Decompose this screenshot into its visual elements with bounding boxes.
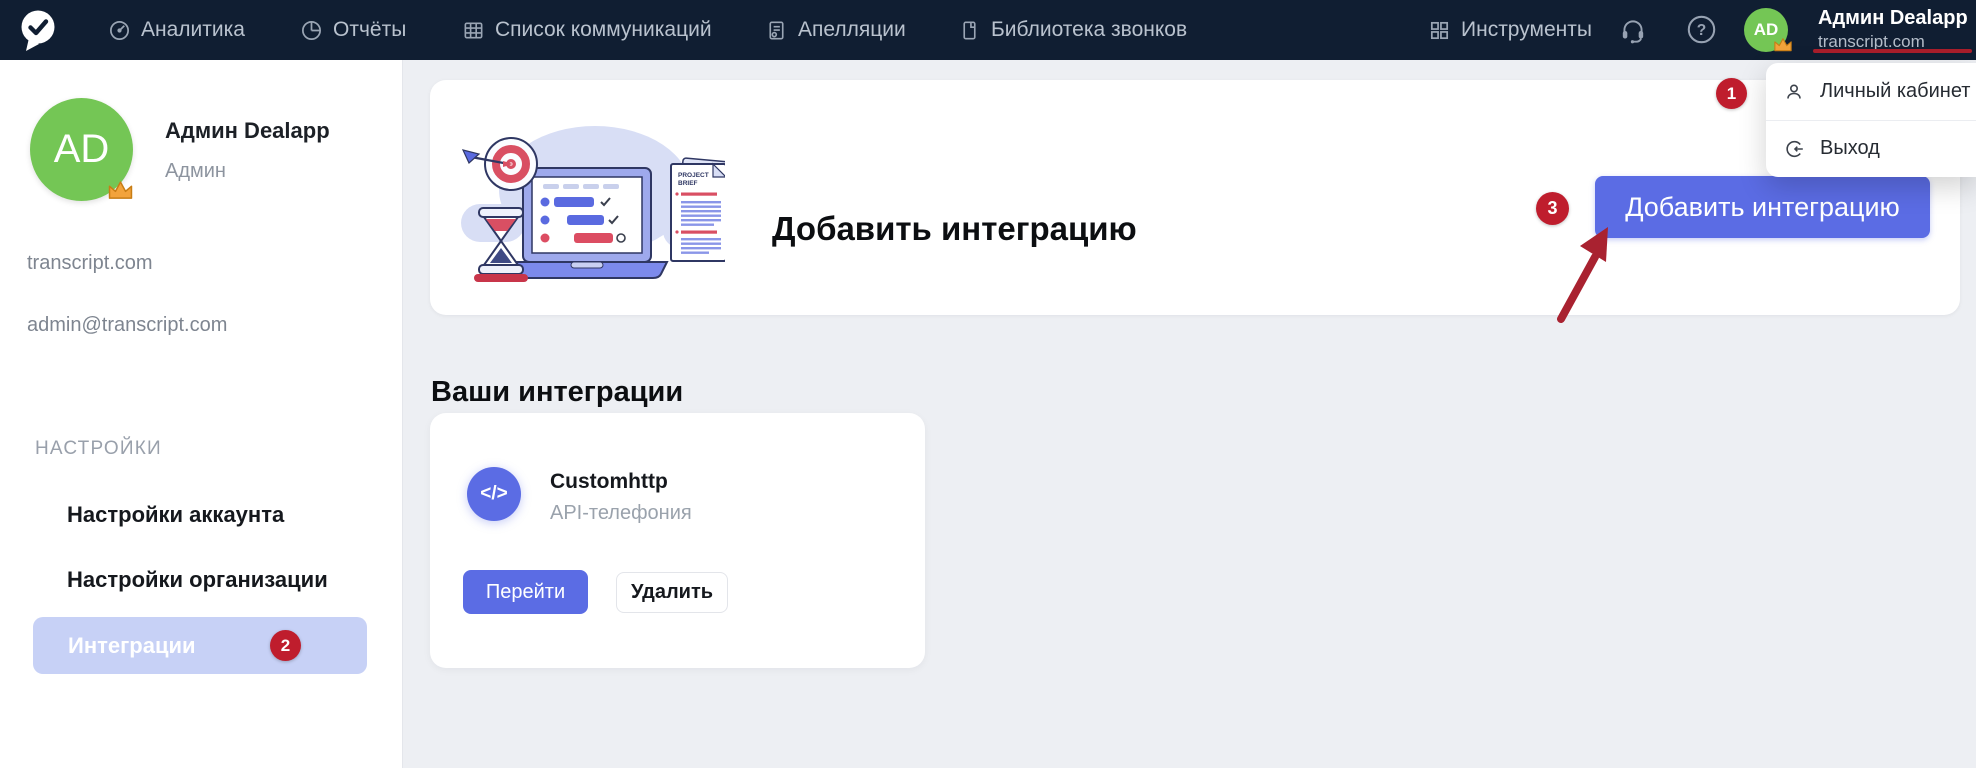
nav-analytics[interactable]: Аналитика [108, 0, 245, 60]
sidebar-item-integrations-label: Интеграции [68, 632, 196, 658]
document-seal-icon [769, 21, 784, 39]
user-menu-dropdown: Личный кабинет Выход [1766, 63, 1976, 177]
page-title: Добавить интеграцию [772, 210, 1137, 248]
org-underline-annotation [1813, 49, 1972, 53]
step-badge-1: 1 [1716, 78, 1747, 109]
app-logo[interactable] [16, 7, 60, 53]
apps-grid-icon [1430, 21, 1449, 39]
question-circle-icon: ? [1687, 15, 1715, 43]
integration-type: API-телефония [550, 502, 692, 524]
nav-appeals-label: Апелляции [798, 18, 906, 41]
sidebar-section-title: НАСТРОЙКИ [35, 438, 162, 459]
nav-analytics-label: Аналитика [141, 18, 245, 41]
settings-sidebar: AD Админ Dealapp Админ transcript.com ad… [0, 60, 403, 768]
nav-reports[interactable]: Отчёты [300, 0, 406, 60]
profile-avatar-initials: AD [53, 127, 110, 171]
nav-communications-label: Список коммуникаций [495, 18, 712, 41]
sidebar-item-org-settings[interactable]: Настройки организации [67, 567, 328, 593]
help-button[interactable]: ? [1685, 13, 1717, 45]
open-integration-button[interactable]: Перейти [463, 570, 588, 614]
profile-role: Админ [165, 160, 226, 182]
table-icon [464, 21, 483, 39]
menu-item-logout[interactable]: Выход [1766, 120, 1976, 177]
code-icon: </> [467, 467, 521, 521]
menu-item-personal-account-label: Личный кабинет [1820, 80, 1971, 102]
logo-icon [21, 10, 55, 51]
nav-appeals[interactable]: Апелляции [765, 0, 906, 60]
integration-card: </> Customhttp API-телефония Перейти Уда… [430, 413, 925, 668]
nav-tools-label: Инструменты [1461, 18, 1592, 41]
delete-integration-button[interactable]: Удалить [616, 572, 728, 613]
navbar-user-block[interactable]: Админ Dealapp transcript.com [1818, 8, 1968, 50]
profile-email: admin@transcript.com [27, 314, 228, 336]
profile-org: transcript.com [27, 252, 153, 274]
navbar-user-org: transcript.com [1818, 32, 1925, 51]
sidebar-item-integrations[interactable]: Интеграции 2 [33, 617, 367, 674]
nav-tools[interactable]: Инструменты [1428, 0, 1592, 60]
menu-item-logout-label: Выход [1820, 137, 1880, 159]
navbar-user-name: Админ Dealapp [1818, 7, 1968, 29]
logout-icon [1786, 140, 1803, 157]
integrations-heading: Ваши интеграции [431, 376, 684, 409]
doc-text-line1: PROJECT [678, 172, 709, 179]
nav-communications-list[interactable]: Список коммуникаций [462, 0, 712, 60]
support-button[interactable] [1616, 14, 1650, 48]
gauge-icon [110, 20, 129, 40]
crown-icon [107, 180, 134, 206]
top-navbar: Аналитика Отчёты Список коммуникаций Апе… [0, 0, 1976, 60]
annotation-arrow [1545, 215, 1635, 330]
doc-text-line2: BRIEF [678, 180, 698, 187]
nav-call-library-label: Библиотека звонков [991, 18, 1188, 41]
app-window: Аналитика Отчёты Список коммуникаций Апе… [0, 0, 1976, 768]
integration-illustration: PROJECT BRIEF [455, 110, 736, 293]
pie-chart-icon [302, 20, 321, 40]
sidebar-item-account-settings[interactable]: Настройки аккаунта [67, 502, 284, 528]
svg-text:?: ? [1696, 22, 1705, 39]
step-badge-2: 2 [270, 630, 301, 661]
nav-call-library[interactable]: Библиотека звонков [958, 0, 1187, 60]
add-integration-button[interactable]: Добавить интеграцию [1595, 176, 1930, 238]
integration-name: Customhttp [550, 470, 668, 493]
menu-item-personal-account[interactable]: Личный кабинет [1766, 63, 1976, 120]
nav-reports-label: Отчёты [333, 18, 407, 41]
profile-name: Админ Dealapp [165, 118, 330, 143]
file-icon [963, 21, 976, 39]
crown-icon [1773, 37, 1793, 58]
person-icon [1787, 84, 1801, 99]
headset-icon [1622, 20, 1644, 44]
